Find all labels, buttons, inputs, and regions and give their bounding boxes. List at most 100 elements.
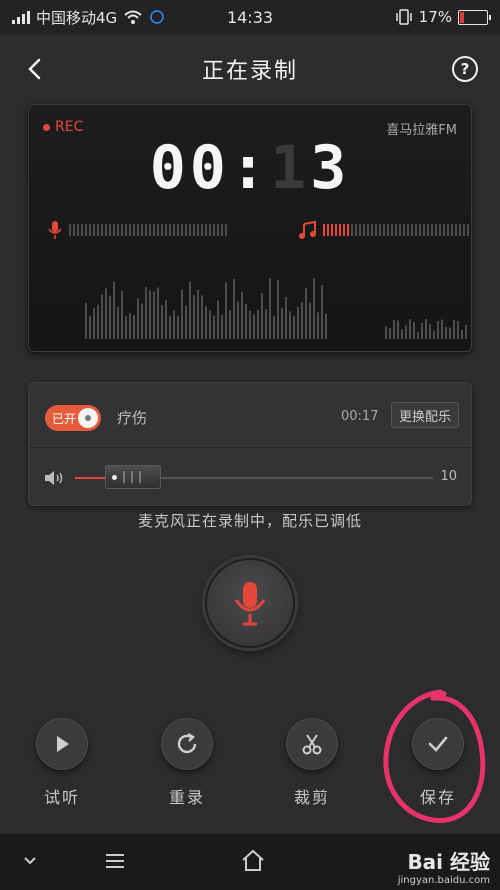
meter-tick (343, 224, 345, 236)
carrier-label: 中国移动4G (36, 8, 118, 27)
preview-button[interactable]: 试听 (17, 718, 107, 808)
waveform-bar (421, 323, 423, 339)
chevron-down-icon[interactable] (22, 854, 38, 868)
waveform-bar (305, 288, 307, 339)
waveform-bar (429, 324, 431, 339)
meter-tick (387, 224, 389, 236)
meter-tick (97, 224, 99, 236)
status-bar: 中国移动4G 14:33 17% (0, 0, 500, 34)
waveform-bar (189, 281, 191, 339)
waveform-bar (409, 319, 411, 339)
meter-tick (173, 224, 175, 236)
meter-tick (209, 224, 211, 236)
meter-tick (189, 224, 191, 236)
meter-tick (411, 224, 413, 236)
preview-label: 试听 (43, 788, 80, 807)
waveform-bar (145, 287, 147, 339)
meter-tick (371, 224, 373, 236)
menu-icon[interactable] (104, 852, 126, 870)
watermark-url: jingyan.baidu.com (397, 875, 490, 886)
meter-tick (331, 224, 333, 236)
waveform-bar (97, 304, 99, 339)
waveform-bar (241, 291, 243, 339)
waveform-bar (141, 303, 143, 339)
toggle-knob (78, 408, 98, 428)
waveform-bar (105, 288, 107, 339)
waveform-bar (185, 305, 187, 339)
waveform-bar (221, 314, 223, 339)
music-note-icon (299, 220, 316, 239)
waveform-bar (101, 294, 103, 339)
waveform-bar (445, 327, 447, 339)
meter-tick (137, 224, 139, 236)
record-mic-button[interactable] (205, 558, 295, 648)
waveform-bar (213, 315, 215, 339)
meter-tick (109, 224, 111, 236)
waveform-bar (133, 315, 135, 339)
waveform-bar (309, 302, 311, 339)
meter-tick (225, 224, 227, 236)
back-icon[interactable] (20, 54, 50, 84)
waveform-bar (461, 330, 463, 339)
meter-tick (399, 224, 401, 236)
meter-tick (89, 224, 91, 236)
rerecord-button[interactable]: 重录 (142, 718, 232, 808)
volume-slider[interactable] (75, 465, 433, 489)
meter-tick (407, 224, 409, 236)
meter-tick (415, 224, 417, 236)
meter-tick (323, 224, 325, 236)
help-icon[interactable]: ? (452, 56, 478, 82)
change-music-button[interactable]: 更换配乐 (390, 402, 459, 428)
save-button[interactable]: 保存 (393, 718, 483, 808)
meter-tick (339, 224, 341, 236)
waveform (85, 278, 467, 339)
meter-tick (459, 224, 461, 236)
action-bar: 试听 重录 裁剪 保存 (0, 718, 500, 818)
meter-tick (447, 224, 449, 236)
meter-tick (463, 224, 465, 236)
meter-tick (149, 224, 151, 236)
meter-tick (161, 224, 163, 236)
waveform-bar (465, 324, 467, 339)
volume-slider-thumb[interactable] (104, 465, 161, 489)
waveform-bar (121, 290, 123, 339)
meter-tick (69, 224, 71, 236)
page-title: 正在录制 (201, 59, 298, 84)
waveform-bar (453, 319, 455, 339)
waveform-bar (321, 284, 323, 339)
divider (29, 447, 471, 448)
home-icon[interactable] (240, 848, 266, 872)
meter-tick (129, 224, 131, 236)
meter-tick (169, 224, 171, 236)
meter-tick (93, 224, 95, 236)
recording-timer: 00:13 (29, 133, 471, 203)
waveform-bar (261, 292, 263, 339)
trim-button[interactable]: 裁剪 (267, 718, 357, 808)
mic-icon (48, 221, 62, 239)
meter-tick (217, 224, 219, 236)
timer-separator: : (229, 133, 271, 203)
check-icon (428, 736, 448, 752)
meter-tick (117, 224, 119, 236)
meter-tick (81, 224, 83, 236)
waveform-bar (297, 307, 299, 339)
meter-tick (363, 224, 365, 236)
meter-tick (153, 224, 155, 236)
meter-tick (157, 224, 159, 236)
waveform-bar (405, 325, 407, 339)
meter-tick (205, 224, 207, 236)
meter-tick (327, 224, 329, 236)
background-music-panel: 已开 疗伤 00:17 更换配乐 10 (28, 382, 472, 506)
waveform-bar (229, 310, 231, 339)
recorder-display: REC 喜马拉雅FM 00:13 (28, 104, 472, 352)
music-toggle[interactable]: 已开 (45, 405, 101, 431)
meter-tick (367, 224, 369, 236)
waveform-bar (125, 316, 127, 339)
waveform-bar (89, 316, 91, 339)
meter-tick (347, 224, 349, 236)
music-level-ticks (323, 224, 471, 236)
meter-tick (435, 224, 437, 236)
waveform-bar (449, 327, 451, 339)
meter-tick (85, 224, 87, 236)
meter-tick (197, 224, 199, 236)
